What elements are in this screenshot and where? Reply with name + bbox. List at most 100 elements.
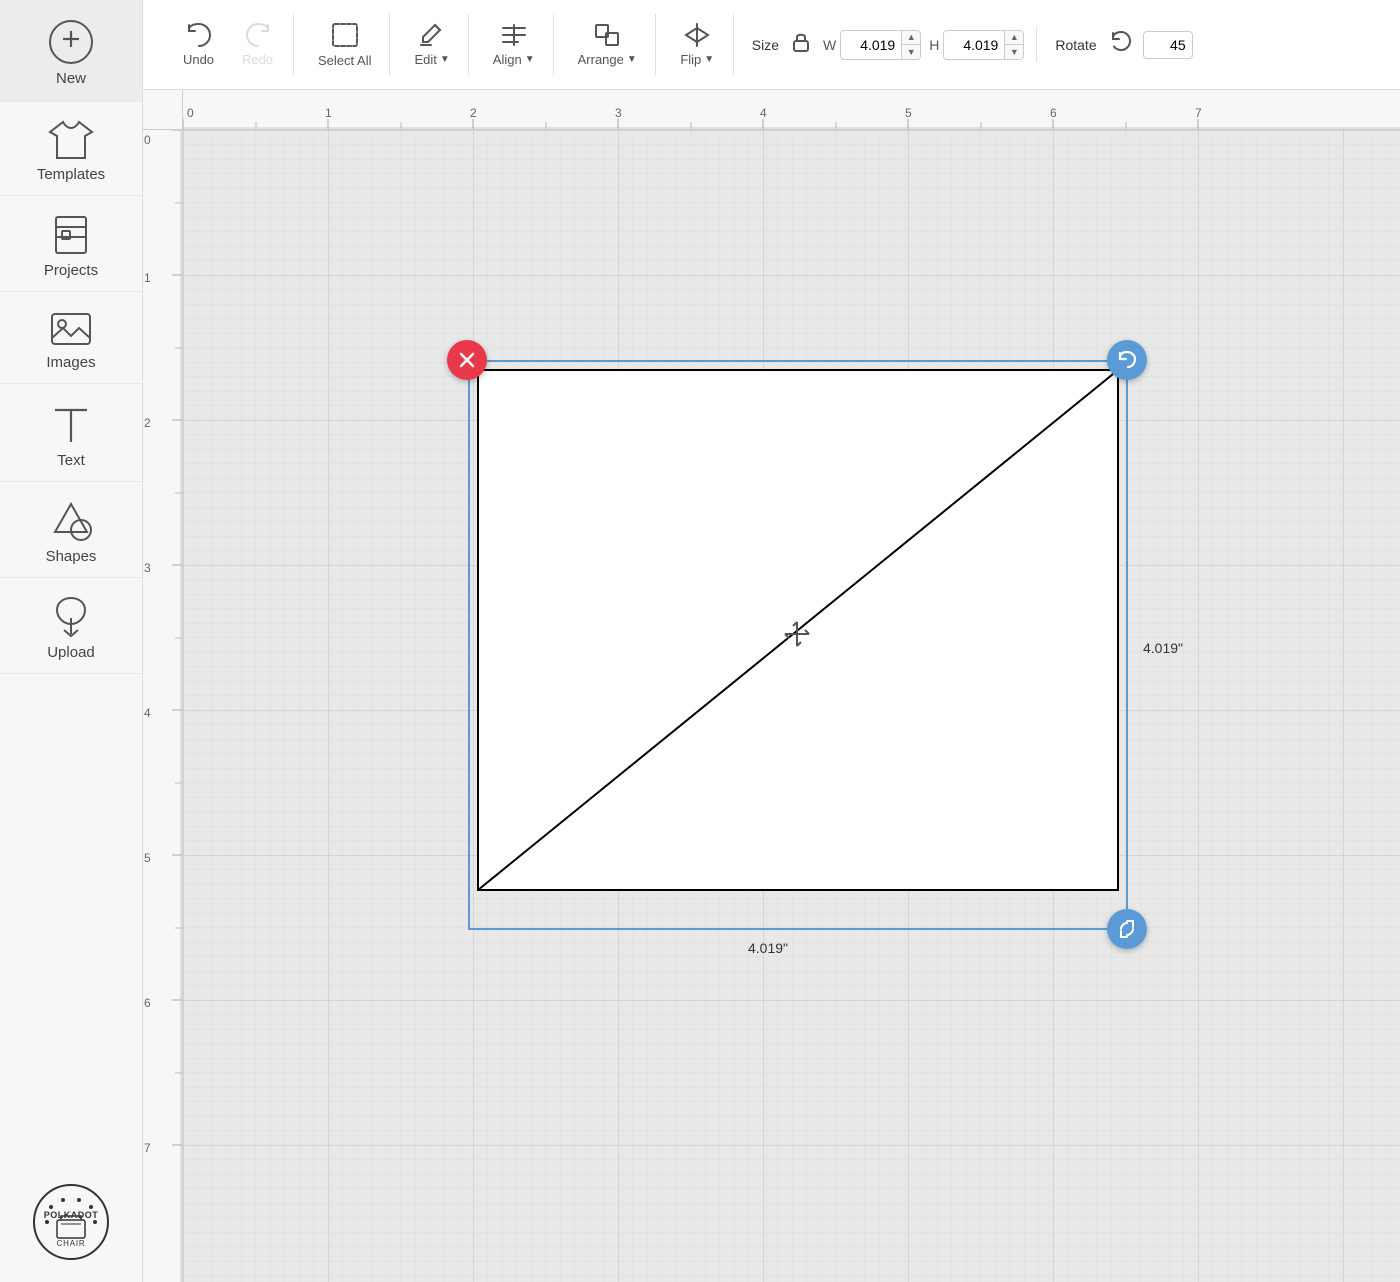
canvas-area[interactable]: 0 1 2 3 4 5 6 7 <box>143 90 1400 1282</box>
svg-text:5: 5 <box>144 851 151 865</box>
svg-text:1: 1 <box>325 106 332 120</box>
svg-text:1: 1 <box>144 271 151 285</box>
height-field: H ▲ ▼ <box>929 30 1024 60</box>
sidebar-item-text-label: Text <box>57 452 85 469</box>
svg-text:0: 0 <box>144 133 151 147</box>
svg-text:2: 2 <box>470 106 477 120</box>
svg-text:5: 5 <box>905 106 912 120</box>
undo-button[interactable]: Undo <box>171 14 226 75</box>
polkadot-chair-logo: POLKADOT CHAIR <box>31 1182 111 1262</box>
sidebar: New Templates Projects Images Text <box>0 0 143 1282</box>
size-group: Size W ▲ ▼ H <box>740 27 1038 62</box>
height-down-button[interactable]: ▼ <box>1005 45 1023 59</box>
flip-label-wrap: Flip ▼ <box>680 52 714 67</box>
size-label: Size <box>752 37 779 53</box>
svg-text:4: 4 <box>760 106 767 120</box>
sidebar-item-upload[interactable]: Upload <box>0 578 142 674</box>
resize-handle-button[interactable] <box>1107 909 1147 949</box>
svg-text:3: 3 <box>144 561 151 575</box>
sidebar-item-images-label: Images <box>46 354 95 371</box>
toolbar: Undo Redo Select All <box>143 0 1400 90</box>
undo-redo-group: Undo Redo <box>163 14 294 75</box>
flip-arrow-icon: ▼ <box>704 54 714 65</box>
select-all-group: Select All <box>300 13 390 76</box>
sidebar-item-projects-label: Projects <box>44 262 98 279</box>
arrange-label-wrap: Arrange ▼ <box>578 52 637 67</box>
undo-icon <box>185 22 213 48</box>
lock-aspect-button[interactable] <box>787 27 815 62</box>
svg-text:0: 0 <box>187 106 194 120</box>
width-label: W <box>823 37 836 53</box>
sidebar-item-upload-label: Upload <box>47 644 95 661</box>
svg-text:2: 2 <box>144 416 151 430</box>
height-input[interactable] <box>944 32 1004 58</box>
resize-handle-icon <box>1117 919 1137 939</box>
grid-canvas[interactable]: 4.019" 4.019" <box>183 130 1400 1282</box>
arrange-icon <box>593 22 621 48</box>
sidebar-item-templates-label: Templates <box>37 166 105 183</box>
logo: POLKADOT CHAIR <box>31 1162 111 1282</box>
height-up-button[interactable]: ▲ <box>1005 31 1023 45</box>
svg-text:7: 7 <box>1195 106 1202 120</box>
width-field: W ▲ ▼ <box>823 30 921 60</box>
delete-handle-button[interactable] <box>447 340 487 380</box>
svg-text:POLKADOT: POLKADOT <box>44 1210 99 1220</box>
align-button[interactable]: Align ▼ <box>483 14 545 75</box>
shapes-icon <box>49 500 93 542</box>
redo-icon <box>244 22 272 48</box>
svg-text:6: 6 <box>144 996 151 1010</box>
width-spinner: ▲ ▼ <box>901 31 920 59</box>
width-input[interactable] <box>841 32 901 58</box>
rotate-ccw-button[interactable] <box>1105 26 1137 63</box>
rotate-field <box>1105 26 1193 63</box>
lock-icon <box>791 31 811 53</box>
svg-text:7: 7 <box>144 1141 151 1155</box>
rotate-ccw-icon <box>1109 30 1133 54</box>
edit-button[interactable]: Edit ▼ <box>404 14 459 75</box>
height-spinner: ▲ ▼ <box>1004 31 1023 59</box>
image-icon <box>49 310 93 348</box>
main-area: Undo Redo Select All <box>143 0 1400 1282</box>
width-input-wrap: ▲ ▼ <box>840 30 921 60</box>
sidebar-item-templates[interactable]: Templates <box>0 102 142 196</box>
sidebar-item-text[interactable]: Text <box>0 384 142 482</box>
sidebar-item-shapes[interactable]: Shapes <box>0 482 142 578</box>
align-icon <box>500 22 528 48</box>
arrange-group: Arrange ▼ <box>560 14 656 75</box>
rotate-input[interactable] <box>1143 31 1193 59</box>
sidebar-item-new-label: New <box>56 70 86 87</box>
width-up-button[interactable]: ▲ <box>902 31 920 45</box>
shape-element[interactable] <box>183 130 1400 1282</box>
rotate-group: Rotate <box>1043 26 1204 63</box>
select-all-button[interactable]: Select All <box>308 13 381 76</box>
arrange-button[interactable]: Arrange ▼ <box>568 14 647 75</box>
text-icon <box>50 402 92 446</box>
height-label: H <box>929 37 939 53</box>
ruler-vertical: 0 1 2 3 4 5 6 7 <box>143 130 183 1282</box>
new-icon <box>49 20 93 64</box>
sidebar-item-shapes-label: Shapes <box>46 548 97 565</box>
svg-text:3: 3 <box>615 106 622 120</box>
svg-text:4: 4 <box>144 706 151 720</box>
tshirt-icon <box>48 120 94 160</box>
edit-icon <box>418 22 446 48</box>
select-all-icon <box>330 21 360 49</box>
rotate-handle-button[interactable] <box>1107 340 1147 380</box>
flip-button[interactable]: Flip ▼ <box>670 14 725 75</box>
flip-icon <box>682 22 712 48</box>
sidebar-item-images[interactable]: Images <box>0 292 142 384</box>
sidebar-item-new[interactable]: New <box>0 0 142 102</box>
redo-button[interactable]: Redo <box>230 14 285 75</box>
width-down-button[interactable]: ▼ <box>902 45 920 59</box>
align-arrow-icon: ▼ <box>525 54 535 65</box>
bookmark-icon <box>52 214 90 256</box>
sidebar-item-projects[interactable]: Projects <box>0 196 142 292</box>
rotate-label: Rotate <box>1055 37 1096 53</box>
x-icon <box>458 351 476 369</box>
ruler-horizontal: 0 1 2 3 4 5 6 7 <box>183 90 1400 130</box>
ruler-corner <box>143 90 183 130</box>
edit-group: Edit ▼ <box>396 14 468 75</box>
arrange-arrow-icon: ▼ <box>627 54 637 65</box>
edit-label-wrap: Edit ▼ <box>414 52 449 67</box>
upload-icon <box>49 596 93 638</box>
